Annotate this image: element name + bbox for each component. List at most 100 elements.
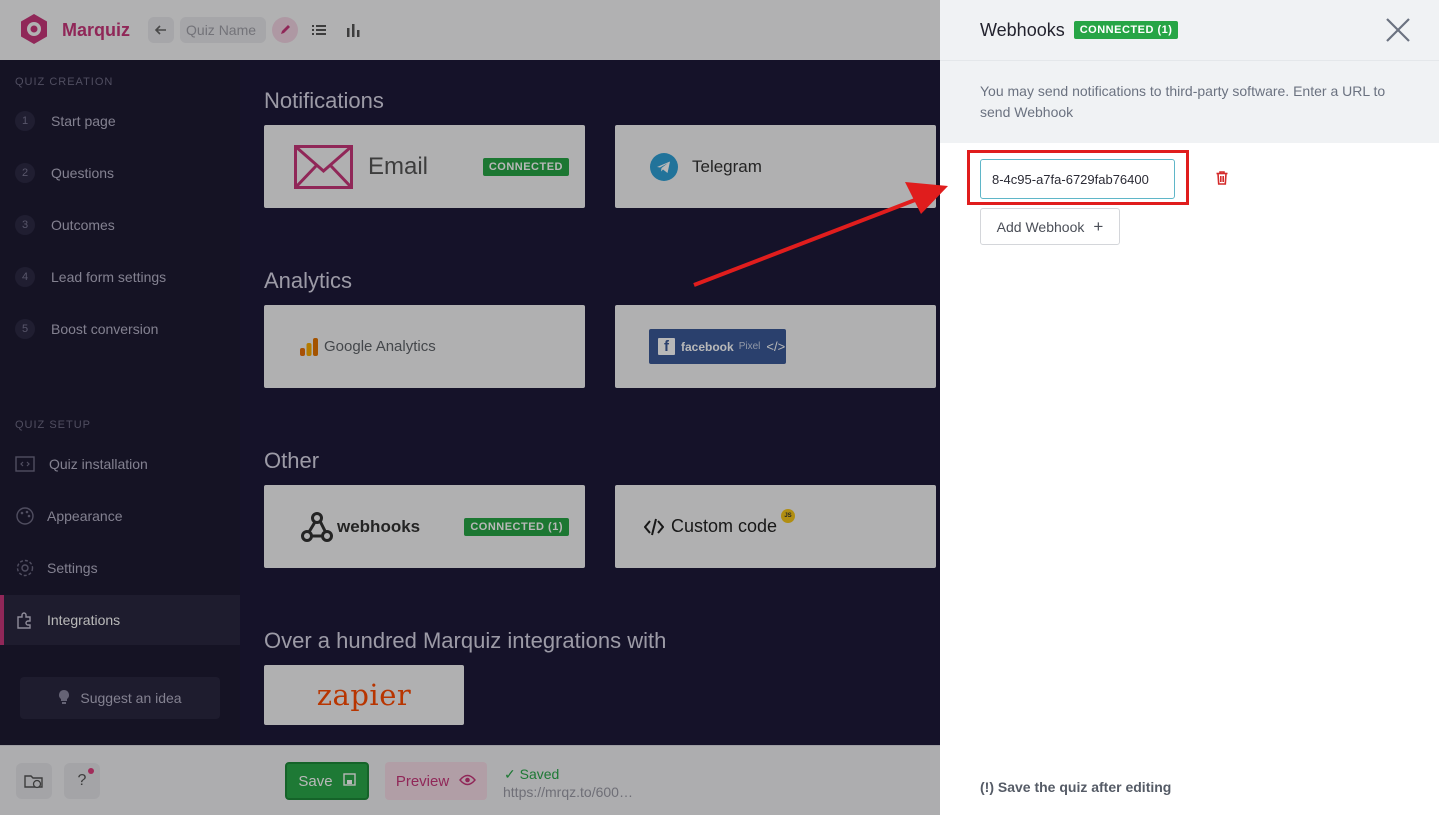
marquiz-logo-icon (16, 12, 52, 48)
sidebar: QUIZ CREATION 1 Start page 2 Questions 3… (0, 60, 240, 745)
eye-icon (459, 773, 477, 789)
webhooks-drawer: Webhooks CONNECTED (1) You may send noti… (940, 0, 1439, 815)
sidebar-item-start-page[interactable]: 1 Start page (0, 101, 240, 141)
sidebar-item-lead-form-settings[interactable]: 4 Lead form settings (0, 257, 240, 297)
sidebar-item-label: Outcomes (51, 217, 115, 233)
telegram-integration-card[interactable]: Telegram (615, 125, 936, 208)
step-number: 4 (15, 267, 35, 287)
add-webhook-label: Add Webhook (996, 218, 1085, 235)
google-analytics-label: Google Analytics (324, 338, 436, 355)
webhooks-integration-card[interactable]: webhooks CONNECTED (1) (264, 485, 585, 568)
email-integration-card[interactable]: Email CONNECTED (264, 125, 585, 208)
quiz-creation-heading: QUIZ CREATION (15, 76, 114, 88)
edit-button[interactable] (272, 17, 299, 43)
top-bar: Marquiz Quiz Name (0, 0, 940, 60)
drawer-title: Webhooks (980, 19, 1065, 40)
code-brackets-icon (644, 518, 664, 535)
google-analytics-card[interactable]: Google Analytics (264, 305, 585, 388)
notification-dot (88, 768, 94, 774)
bar-chart-icon (347, 24, 360, 37)
sidebar-item-outcomes[interactable]: 3 Outcomes (0, 205, 240, 245)
sidebar-item-questions[interactable]: 2 Questions (0, 153, 240, 193)
close-button[interactable] (1383, 15, 1413, 45)
code-icon: </> (766, 339, 786, 354)
notifications-heading: Notifications (264, 88, 384, 113)
step-number: 1 (15, 111, 35, 131)
drawer-header: Webhooks CONNECTED (1) (940, 0, 1439, 60)
suggest-idea-label: Suggest an idea (80, 690, 182, 706)
quiz-url-link[interactable]: https://mrqz.to/600… (503, 784, 633, 800)
suggest-idea-button[interactable]: Suggest an idea (20, 677, 220, 719)
sidebar-item-quiz-installation[interactable]: Quiz installation (0, 444, 240, 484)
bottom-bar: ? Save Preview ✓ Saved https://mrqz.to/6… (0, 745, 940, 815)
facebook-icon: f (658, 338, 675, 355)
integrations-panel: Notifications Email CONNECTED Telegram A… (240, 60, 940, 745)
google-analytics-icon (300, 337, 318, 356)
facebook-pixel-logo: f facebook Pixel </> (649, 329, 786, 364)
delete-webhook-button[interactable] (1213, 169, 1231, 187)
questions-list-button[interactable] (306, 17, 332, 43)
facebook-pixel-label: Pixel (738, 341, 761, 352)
webhooks-label: webhooks (337, 516, 421, 536)
logo[interactable]: Marquiz (16, 12, 130, 48)
pencil-icon (281, 25, 291, 34)
preview-button[interactable]: Preview (385, 762, 487, 800)
sidebar-item-settings[interactable]: Settings (0, 548, 240, 588)
help-button[interactable]: ? (64, 763, 100, 799)
arrow-left-icon (154, 25, 167, 35)
telegram-label: Telegram (692, 156, 762, 176)
save-quiz-note: (!) Save the quiz after editing (980, 779, 1172, 795)
palette-icon (14, 505, 36, 527)
custom-code-card[interactable]: Custom code JS (615, 485, 936, 568)
question-mark-icon: ? (77, 772, 87, 789)
drawer-description: You may send notifications to third-part… (940, 60, 1439, 143)
folder-clock-icon (24, 775, 43, 789)
step-number: 5 (15, 319, 35, 339)
sidebar-item-label: Quiz installation (49, 456, 148, 472)
js-badge: JS (781, 509, 795, 523)
code-window-icon (14, 453, 36, 475)
sidebar-item-label: Questions (51, 165, 115, 181)
envelope-icon (294, 144, 353, 189)
email-connected-badge: CONNECTED (482, 157, 569, 176)
add-webhook-button[interactable]: Add Webhook + (980, 208, 1120, 245)
save-button[interactable]: Save (285, 762, 369, 800)
preview-label: Preview (395, 772, 450, 790)
sidebar-item-label: Start page (51, 113, 116, 129)
custom-code-label: Custom code (671, 516, 778, 536)
facebook-label: facebook (681, 339, 734, 354)
telegram-icon (650, 152, 678, 181)
close-icon (1386, 18, 1410, 42)
brand-name: Marquiz (62, 19, 131, 40)
quiz-folder-button[interactable] (16, 763, 52, 799)
webhooks-status-badge: CONNECTED (1) (1073, 21, 1179, 39)
back-button[interactable] (148, 17, 175, 43)
integrations-heading: Over a hundred Marquiz integrations with (264, 628, 667, 653)
save-label: Save (298, 772, 333, 790)
sidebar-item-label: Appearance (47, 508, 123, 524)
list-icon (312, 25, 327, 35)
sidebar-item-appearance[interactable]: Appearance (0, 496, 240, 536)
quiz-name-input[interactable]: Quiz Name (180, 17, 267, 43)
quiz-setup-heading: QUIZ SETUP (15, 419, 92, 431)
plus-icon: + (1093, 216, 1104, 236)
statistics-button[interactable] (340, 17, 366, 43)
sidebar-item-boost-conversion[interactable]: 5 Boost conversion (0, 309, 240, 349)
other-heading: Other (264, 448, 320, 473)
sidebar-item-label: Settings (47, 560, 98, 576)
analytics-heading: Analytics (264, 268, 353, 293)
sidebar-item-label: Boost conversion (51, 321, 159, 337)
sidebar-item-label: Integrations (47, 612, 121, 628)
zapier-card[interactable]: zapier (264, 665, 464, 725)
highlight-box (967, 150, 1189, 205)
step-number: 3 (15, 215, 35, 235)
sidebar-item-label: Lead form settings (51, 269, 167, 285)
facebook-pixel-card[interactable]: f facebook Pixel </> (615, 305, 936, 388)
puzzle-icon (14, 609, 36, 631)
step-number: 2 (15, 163, 35, 183)
lightbulb-icon (58, 689, 70, 708)
email-label: Email (368, 152, 429, 180)
saved-status: ✓ Saved (504, 766, 560, 782)
trash-icon (1216, 171, 1228, 185)
sidebar-item-integrations[interactable]: Integrations (0, 595, 240, 645)
